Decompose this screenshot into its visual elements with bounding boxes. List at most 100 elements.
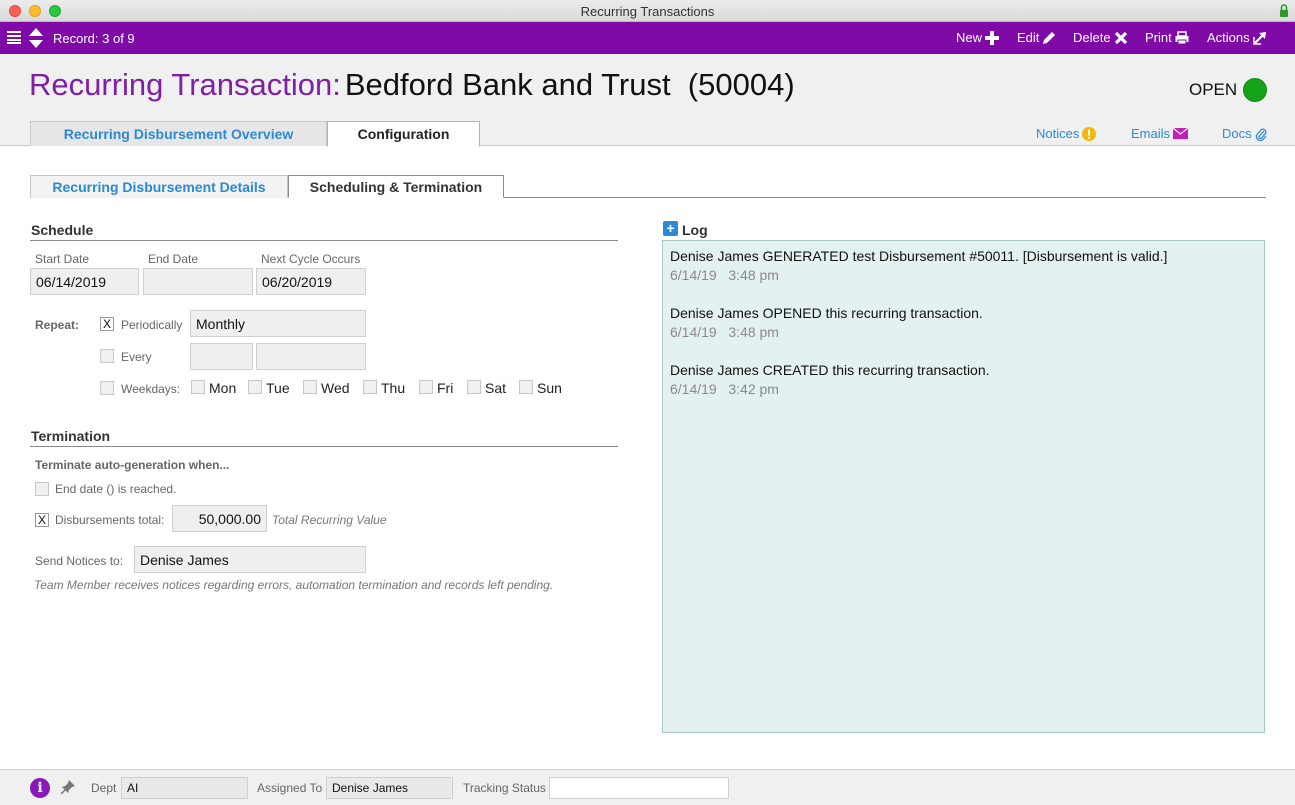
record-header: Recurring Transaction: Bedford Bank and T… — [0, 54, 1295, 147]
end-date-field[interactable] — [143, 268, 253, 295]
up-down-arrows-icon[interactable] — [29, 28, 43, 48]
tracking-status-label: Tracking Status — [463, 781, 546, 795]
notices-link[interactable]: Notices — [1036, 126, 1097, 141]
arrow-out-icon — [1252, 31, 1266, 45]
weekday-label-thu: Thu — [381, 380, 406, 396]
weekday-checkbox-mon[interactable] — [191, 380, 205, 394]
periodically-select[interactable]: Monthly — [190, 310, 366, 337]
log-timestamp: 6/14/19 3:42 pm — [670, 381, 779, 397]
info-icon[interactable]: i — [30, 778, 50, 798]
print-button[interactable]: Print — [1145, 30, 1189, 45]
weekday-checkbox-sun[interactable] — [519, 380, 533, 394]
weekday-checkbox-thu[interactable] — [363, 380, 377, 394]
status-label: OPEN — [1189, 80, 1238, 99]
paperclip-icon — [1255, 128, 1267, 141]
weekday-label-sat: Sat — [485, 380, 507, 396]
end-date-reached-checkbox[interactable] — [35, 482, 49, 496]
tab-configuration[interactable]: Configuration — [327, 121, 480, 147]
plus-icon — [985, 30, 1000, 45]
dept-label: Dept — [91, 781, 117, 795]
edit-button[interactable]: Edit — [1017, 30, 1056, 45]
tab-scheduling-termination[interactable]: Scheduling & Termination — [288, 175, 504, 198]
team-member-note: Team Member receives notices regarding e… — [34, 578, 554, 592]
emails-link[interactable]: Emails — [1131, 126, 1189, 141]
lock-icon — [1280, 4, 1288, 17]
tracking-status-field[interactable] — [549, 777, 729, 799]
toolbar: Record: 3 of 9 New Edit Delete Print Act… — [0, 22, 1295, 54]
emails-label: Emails — [1131, 126, 1171, 141]
log-heading: Log — [682, 222, 708, 238]
termination-heading: Termination — [31, 428, 111, 444]
status-indicator-icon — [1243, 78, 1267, 102]
menu-icon[interactable] — [7, 31, 21, 44]
print-label: Print — [1145, 30, 1172, 45]
assigned-to-field[interactable]: Denise James — [326, 777, 453, 799]
send-notices-label: Send Notices to: — [35, 554, 124, 568]
pencil-icon — [1043, 31, 1056, 44]
periodically-label: Periodically — [121, 318, 183, 332]
end-date-label: End Date — [148, 252, 199, 266]
docs-label: Docs — [1222, 126, 1252, 141]
tab-recurring-disbursement-overview[interactable]: Recurring Disbursement Overview — [30, 121, 327, 146]
schedule-divider — [30, 240, 618, 241]
termination-divider — [30, 446, 618, 447]
every-count-field[interactable] — [190, 343, 253, 370]
every-label: Every — [121, 350, 152, 364]
tab-recurring-disbursement-details[interactable]: Recurring Disbursement Details — [30, 175, 288, 198]
assigned-to-label: Assigned To — [257, 781, 323, 795]
log-message: Denise James CREATED this recurring tran… — [670, 362, 990, 378]
window-title: Recurring Transactions — [580, 4, 715, 19]
warning-icon — [1082, 126, 1097, 141]
new-label: New — [956, 30, 983, 45]
record-counter: Record: 3 of 9 — [53, 31, 135, 46]
weekdays-checkbox[interactable] — [100, 381, 114, 395]
actions-button[interactable]: Actions — [1207, 30, 1267, 45]
terminate-when-label: Terminate auto-generation when... — [35, 458, 230, 472]
weekday-checkbox-sat[interactable] — [467, 380, 481, 394]
log-entry: Denise James OPENED this recurring trans… — [670, 304, 1257, 342]
envelope-icon — [1173, 128, 1189, 139]
weekday-checkbox-tue[interactable] — [248, 380, 262, 394]
every-unit-field[interactable] — [256, 343, 366, 370]
dept-field[interactable]: AI — [121, 777, 248, 799]
add-log-button[interactable]: + — [663, 221, 678, 236]
delete-label: Delete — [1073, 30, 1111, 45]
weekday-checkbox-wed[interactable] — [303, 380, 317, 394]
next-cycle-field[interactable]: 06/20/2019 — [256, 268, 366, 295]
weekdays-label: Weekdays: — [121, 382, 181, 396]
start-date-field[interactable]: 06/14/2019 — [30, 268, 139, 295]
edit-label: Edit — [1017, 30, 1040, 45]
weekday-checkbox-fri[interactable] — [419, 380, 433, 394]
title-prefix: Recurring Transaction: — [29, 67, 341, 102]
record-name: Bedford Bank and Trust (50004) — [344, 67, 795, 102]
weekday-label-fri: Fri — [437, 380, 454, 396]
page-title: Recurring Transaction: Bedford Bank and T… — [29, 67, 795, 103]
total-recurring-value-note: Total Recurring Value — [272, 513, 387, 527]
pin-icon[interactable] — [61, 780, 75, 794]
log-panel: Denise James GENERATED test Disbursement… — [662, 240, 1265, 733]
window-titlebar: Recurring Transactions — [0, 0, 1295, 22]
log-message: Denise James GENERATED test Disbursement… — [670, 248, 1168, 264]
disbursements-total-field[interactable]: 50,000.00 — [172, 505, 267, 532]
log-entry: Denise James CREATED this recurring tran… — [670, 361, 1257, 399]
send-notices-field[interactable]: Denise James — [134, 546, 366, 573]
start-date-label: Start Date — [35, 252, 90, 266]
disbursements-total-checkbox[interactable]: X — [35, 513, 49, 527]
periodically-checkbox[interactable]: X — [100, 317, 114, 331]
end-date-reached-label: End date () is reached. — [55, 482, 177, 496]
repeat-label: Repeat: — [35, 318, 80, 332]
new-button[interactable]: New — [956, 30, 1000, 45]
footer-bar: i Dept AI Assigned To Denise James Track… — [0, 769, 1295, 805]
printer-icon — [1175, 30, 1189, 44]
delete-button[interactable]: Delete — [1073, 30, 1128, 45]
docs-link[interactable]: Docs — [1222, 126, 1267, 141]
every-checkbox[interactable] — [100, 349, 114, 363]
disbursements-total-label: Disbursements total: — [55, 513, 165, 527]
x-icon — [1114, 31, 1127, 44]
log-timestamp: 6/14/19 3:48 pm — [670, 267, 779, 283]
weekday-label-wed: Wed — [321, 380, 350, 396]
schedule-heading: Schedule — [31, 222, 94, 238]
weekday-label-mon: Mon — [209, 380, 237, 396]
weekday-label-tue: Tue — [266, 380, 290, 396]
log-timestamp: 6/14/19 3:48 pm — [670, 324, 779, 340]
